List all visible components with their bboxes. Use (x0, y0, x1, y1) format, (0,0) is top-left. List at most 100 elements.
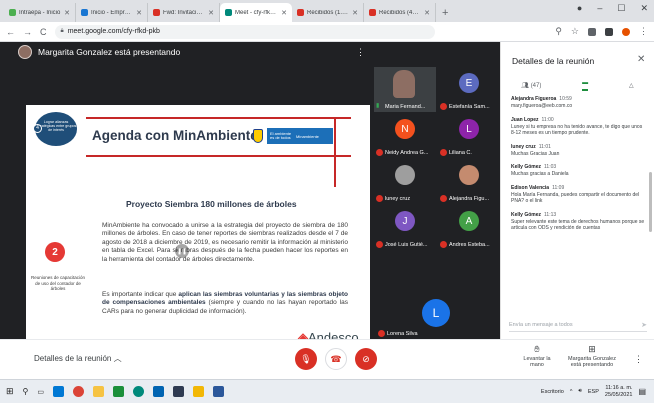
close-tab-icon[interactable]: ✕ (208, 9, 214, 17)
profile-icon[interactable]: ● (577, 3, 582, 14)
participant-avatar: J (395, 211, 415, 231)
participant-name-text: Liliana C. (449, 149, 472, 156)
clock-date: 25/05/2021 (604, 391, 633, 398)
browser-tab[interactable]: Intraepa - Inicio ✕ (4, 3, 76, 22)
browser-tab-active[interactable]: Meet - cfy-rfkd-p ✕ (220, 3, 292, 22)
close-tab-icon[interactable]: ✕ (424, 9, 430, 17)
message-sender: luney cruz 11:01 (511, 144, 647, 150)
participant-name-text: Neidy Andrea G... (385, 149, 429, 156)
participant-tile[interactable]: Alejandra Figu... (438, 159, 500, 204)
zoom-icon[interactable]: ⚲ (555, 26, 562, 37)
star-icon[interactable]: ☆ (571, 26, 579, 37)
tab-label: Recibidos (1.105) - co (307, 9, 349, 16)
more-options-icon[interactable]: ⋮ (634, 354, 643, 365)
pause-icon[interactable]: ❚❚ (175, 244, 189, 258)
raise-hand-button[interactable]: ✋︎ Levantar la mano (517, 344, 557, 368)
end-call-button[interactable]: ☎︎ (325, 348, 347, 370)
panel-tabs: 👥︎ (47) ▬ △ (501, 76, 654, 94)
participant-name-text: Andres Esteba... (449, 241, 490, 248)
chevron-up-icon[interactable]: ^ (570, 389, 573, 395)
taskbar-app-icon[interactable] (113, 386, 125, 397)
mail-icon[interactable] (153, 386, 165, 397)
meeting-details-panel: Detalles de la reunión ✕ 👥︎ (47) ▬ △ Ale… (500, 42, 654, 379)
close-tab-icon[interactable]: ✕ (352, 9, 358, 17)
tab-label: Inicio - Empresas Públ (91, 9, 133, 16)
self-tile[interactable]: L Lorena Silva (374, 297, 500, 339)
clock[interactable]: 11:16 a. m. 25/05/2021 (605, 385, 633, 399)
close-window-icon[interactable]: ✕ (640, 3, 648, 14)
meeting-details-toggle[interactable]: Detalles de la reunión ︿ (34, 353, 122, 364)
desktop-label: Escritorio (540, 388, 564, 395)
muted-icon (376, 149, 383, 156)
close-tab-icon[interactable]: ✕ (136, 9, 142, 17)
search-icon[interactable]: ⚲ (23, 387, 29, 396)
language-indicator[interactable]: ESP (588, 389, 599, 395)
close-tab-icon[interactable]: ✕ (64, 9, 70, 17)
browser-tab[interactable]: Recibidos (1.105) - co✕ (292, 3, 364, 22)
task-view-icon[interactable]: ▭ (37, 388, 44, 396)
chat-icon[interactable]: ▬ (582, 80, 589, 91)
browser-tab[interactable]: Recibidos (41) - respo✕ (364, 3, 436, 22)
tab-participants[interactable]: 👥︎ (47) (521, 82, 541, 89)
muted-icon (440, 241, 447, 248)
message-text: Muchas gracias a Daniela (511, 171, 569, 177)
message-sender: Kelly Gómez 11:13 (511, 212, 647, 218)
close-tab-icon[interactable]: ✕ (281, 9, 287, 17)
participant-tile[interactable]: luney cruz (374, 159, 436, 204)
participant-tile[interactable]: N Neidy Andrea G... (374, 113, 436, 158)
chrome-icon[interactable] (73, 386, 85, 397)
address-bar-row: ← → C 🔒︎ meet.google.com/cfy-rfkd-pkb ⚲ … (0, 22, 654, 42)
sender-name: Alejandra Figueroa (511, 96, 557, 102)
more-options-icon[interactable]: ⋮ (356, 47, 365, 58)
forward-icon[interactable]: → (23, 27, 32, 37)
chat-input[interactable]: Envía un mensaje a todos ➤ (509, 318, 647, 332)
paragraph-text: Es importante indicar que (102, 291, 179, 298)
participant-tile[interactable]: L Liliana C. (438, 113, 500, 158)
taskbar-app-icon[interactable] (173, 386, 185, 397)
avatar-icon[interactable] (622, 27, 630, 36)
participant-avatar: N (395, 119, 415, 139)
maximize-icon[interactable]: ☐ (617, 3, 625, 14)
tab-favicon (297, 9, 304, 16)
close-panel-icon[interactable]: ✕ (637, 54, 645, 65)
taskbar-app-icon[interactable] (53, 386, 65, 397)
browser-tab[interactable]: Inicio - Empresas Públ✕ (76, 3, 148, 22)
taskbar-app-icon[interactable] (133, 386, 145, 397)
file-explorer-icon[interactable] (93, 386, 105, 397)
participant-name: luney cruz (376, 195, 410, 202)
extension-icon[interactable] (605, 27, 613, 36)
chat-message: Kelly Gómez 11:03 Muchas gracias a Daniela (511, 164, 647, 178)
minimize-icon[interactable]: – (597, 3, 602, 14)
reload-icon[interactable]: C (40, 27, 47, 37)
tab-favicon (9, 9, 16, 16)
chat-scrollbar[interactable] (649, 172, 652, 232)
tab-favicon (369, 9, 376, 16)
chevron-up-icon: ︿ (113, 354, 122, 363)
taskbar-app-icon[interactable] (193, 386, 205, 397)
volume-icon[interactable]: 🔊︎ (578, 388, 581, 395)
goal-number: 4 (33, 124, 42, 133)
participant-name-text: Alejandra Figu... (449, 195, 490, 202)
camera-off-button[interactable]: ⊘ (355, 348, 377, 370)
back-icon[interactable]: ← (6, 27, 15, 37)
send-icon[interactable]: ➤ (641, 321, 647, 329)
extension-icon[interactable] (588, 27, 596, 36)
notifications-icon[interactable]: ▤ (638, 387, 646, 396)
self-name-text: Lorena Silva (387, 330, 418, 337)
word-icon[interactable] (213, 386, 225, 397)
windows-taskbar: ⊞ ⚲ ▭ Escritorio ^ 🔊︎ ESP 11:16 a. m. 25/… (0, 379, 654, 403)
participant-tile[interactable]: E Estefanía Sam... (438, 67, 500, 112)
menu-dots-icon[interactable]: ⋮ (639, 26, 648, 37)
activities-icon[interactable]: △ (629, 82, 634, 89)
browser-tab[interactable]: Fwd: Invitación Cámar✕ (148, 3, 220, 22)
mic-off-button[interactable]: 🎙︎ (295, 348, 317, 370)
new-tab-button[interactable]: + (436, 3, 454, 22)
participant-tile[interactable]: ▮ Maria Fernand... (374, 67, 436, 112)
participant-tile[interactable]: J José Luis Gutié... (374, 205, 436, 250)
presenting-button[interactable]: ⊞ Margarita Gonzalez está presentando (567, 344, 617, 368)
participant-name-text: Maria Fernand... (385, 103, 426, 110)
tab-label: Recibidos (41) - respo (379, 9, 421, 16)
windows-start-icon[interactable]: ⊞ (6, 386, 14, 397)
participant-tile[interactable]: A Andres Esteba... (438, 205, 500, 250)
url-field[interactable]: 🔒︎ meet.google.com/cfy-rfkd-pkb (54, 24, 435, 39)
